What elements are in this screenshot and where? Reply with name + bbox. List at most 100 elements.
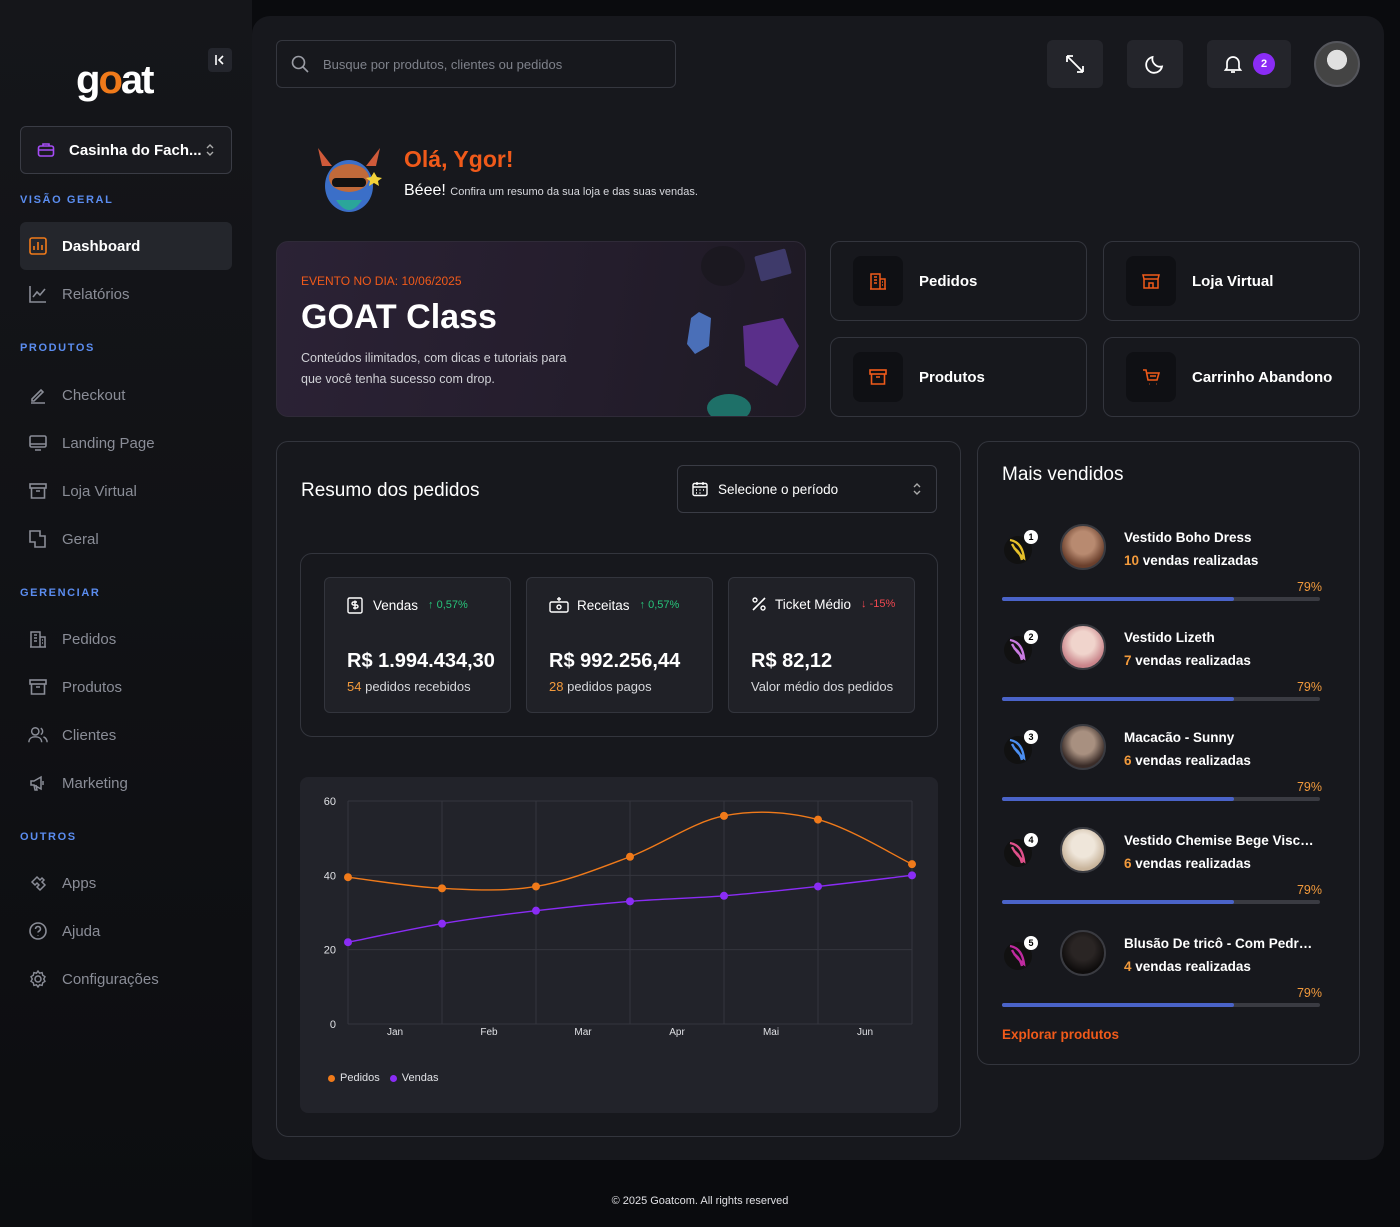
rank-badge-icon: 4 bbox=[1002, 833, 1038, 869]
search-icon bbox=[291, 55, 309, 73]
quick-link-produtos[interactable]: Produtos bbox=[830, 337, 1087, 417]
rank-badge-icon: 1 bbox=[1002, 530, 1038, 566]
sidebar-item-checkout[interactable]: Checkout bbox=[20, 371, 232, 419]
store-name: Casinha do Fach... bbox=[69, 141, 202, 159]
product-percentage: 79% bbox=[1296, 580, 1322, 594]
best-sellers-card: Mais vendidos 1 Vestido Boho Dress 10 vend… bbox=[977, 441, 1360, 1065]
archive-icon bbox=[28, 481, 48, 501]
data-point bbox=[720, 811, 728, 820]
quick-link-loja-virtual[interactable]: Loja Virtual bbox=[1103, 241, 1360, 321]
sidebar-item-pedidos[interactable]: Pedidos bbox=[20, 615, 232, 663]
sidebar: goat Casinha do Fach... VISÃO GERAL Dash… bbox=[0, 0, 252, 1227]
theme-toggle-button[interactable] bbox=[1127, 40, 1183, 88]
fullscreen-button[interactable] bbox=[1047, 40, 1103, 88]
stat-value: R$ 1.994.434,30 bbox=[347, 650, 495, 672]
stat-card-receitas: Receitas ↑ 0,57% R$ 992.256,44 28 pedidos… bbox=[526, 577, 713, 713]
puzzle-icon bbox=[28, 873, 48, 893]
data-point bbox=[814, 882, 822, 891]
cart-icon bbox=[1126, 352, 1176, 402]
best-sellers-title: Mais vendidos bbox=[1002, 464, 1124, 485]
archive-icon bbox=[853, 352, 903, 402]
x-tick-label: Mai bbox=[763, 1027, 779, 1038]
product-name: Blusão De tricô - Com Pedraria bbox=[1124, 936, 1319, 951]
data-point bbox=[438, 884, 446, 893]
line-chart: 0 20 40 60 Jan Feb Mar Apr Mai Jun bbox=[324, 796, 916, 1038]
event-title: GOAT Class bbox=[301, 298, 497, 336]
sidebar-item-geral[interactable]: Geral bbox=[20, 515, 232, 563]
y-tick-label: 20 bbox=[324, 945, 336, 957]
orders-chart: 0 20 40 60 Jan Feb Mar Apr Mai Jun Pedidos Vendas bbox=[300, 777, 938, 1113]
product-thumbnail bbox=[1060, 827, 1106, 873]
trend-up-indicator: ↑ 0,57% bbox=[639, 599, 680, 611]
sidebar-item-clientes[interactable]: Clientes bbox=[20, 711, 232, 759]
sidebar-item-ajuda[interactable]: Ajuda bbox=[20, 907, 232, 955]
cash-register-icon bbox=[549, 597, 569, 613]
event-banner[interactable]: EVENTO NO DIA: 10/06/2025 GOAT Class Con… bbox=[276, 241, 806, 417]
product-percentage: 79% bbox=[1296, 680, 1322, 694]
sidebar-item-loja-virtual[interactable]: Loja Virtual bbox=[20, 467, 232, 515]
rank-badge-icon: 5 bbox=[1002, 936, 1038, 972]
decorative-shapes-image bbox=[687, 246, 799, 416]
moon-icon bbox=[1145, 55, 1164, 74]
data-point bbox=[532, 906, 540, 915]
period-selector[interactable]: Selecione o período bbox=[677, 465, 937, 513]
best-seller-item[interactable]: 3 Macacão - Sunny 6 vendas realizadas 79% bbox=[1002, 724, 1322, 814]
best-seller-item[interactable]: 2 Vestido Lizeth 7 vendas realizadas 79% bbox=[1002, 624, 1322, 714]
notifications-button[interactable]: 2 bbox=[1207, 40, 1291, 88]
building-icon bbox=[853, 256, 903, 306]
y-tick-label: 60 bbox=[324, 796, 336, 808]
stat-card-ticket-medio: Ticket Médio ↓ -15% R$ 82,12 Valor médio … bbox=[728, 577, 915, 713]
data-point bbox=[344, 938, 352, 947]
pen-icon bbox=[28, 385, 48, 405]
sidebar-item-relatorios[interactable]: Relatórios bbox=[20, 270, 232, 318]
chevron-updown-icon bbox=[913, 483, 921, 495]
best-seller-item[interactable]: 1 Vestido Boho Dress 10 vendas realizadas 7… bbox=[1002, 524, 1322, 614]
store-selector[interactable]: Casinha do Fach... bbox=[20, 126, 232, 174]
stat-value: R$ 992.256,44 bbox=[549, 650, 681, 672]
x-tick-label: Apr bbox=[669, 1027, 685, 1038]
section-produtos: PRODUTOS bbox=[20, 342, 95, 354]
sidebar-item-dashboard[interactable]: Dashboard bbox=[20, 222, 232, 270]
users-icon bbox=[28, 725, 48, 745]
footer-copyright: © 2025 Goatcom. All rights reserved bbox=[611, 1195, 789, 1207]
briefcase-icon bbox=[37, 143, 55, 157]
progress-bar bbox=[1002, 1003, 1320, 1007]
section-visao-geral: VISÃO GERAL bbox=[20, 194, 114, 206]
stat-note: 28 pedidos pagos bbox=[549, 679, 652, 694]
user-avatar[interactable] bbox=[1314, 41, 1360, 87]
product-sales: 6 vendas realizadas bbox=[1124, 856, 1251, 871]
data-point bbox=[344, 873, 352, 882]
quick-link-pedidos[interactable]: Pedidos bbox=[830, 241, 1087, 321]
archive-icon bbox=[28, 677, 48, 697]
trend-down-indicator: ↓ -15% bbox=[861, 598, 896, 610]
goat-logo[interactable]: goat bbox=[76, 58, 154, 103]
percent-icon bbox=[752, 597, 766, 611]
y-tick-label: 0 bbox=[330, 1019, 336, 1031]
sidebar-item-marketing[interactable]: Marketing bbox=[20, 759, 232, 807]
y-tick-label: 40 bbox=[324, 870, 336, 882]
progress-bar bbox=[1002, 797, 1320, 801]
search-input[interactable] bbox=[323, 56, 653, 72]
chart-legend: Pedidos Vendas bbox=[328, 1072, 448, 1084]
legend-item-vendas: Vendas bbox=[389, 1072, 438, 1084]
best-seller-item[interactable]: 4 Vestido Chemise Bege Viscose... 6 vendas… bbox=[1002, 827, 1322, 917]
best-seller-item[interactable]: 5 Blusão De tricô - Com Pedraria 4 vendas … bbox=[1002, 930, 1322, 1020]
product-name: Vestido Boho Dress bbox=[1124, 530, 1252, 545]
sidebar-item-produtos[interactable]: Produtos bbox=[20, 663, 232, 711]
quick-link-carrinho-abandono[interactable]: Carrinho Abandono bbox=[1103, 337, 1360, 417]
collapse-sidebar-button[interactable] bbox=[208, 48, 232, 72]
sidebar-item-landing-page[interactable]: Landing Page bbox=[20, 419, 232, 467]
data-point bbox=[908, 860, 916, 869]
sidebar-item-apps[interactable]: Apps bbox=[20, 859, 232, 907]
bar-chart-icon bbox=[28, 236, 48, 256]
section-gerenciar: GERENCIAR bbox=[20, 587, 101, 599]
product-name: Vestido Chemise Bege Viscose... bbox=[1124, 833, 1319, 848]
squares-icon bbox=[28, 529, 48, 549]
expand-icon bbox=[1066, 55, 1084, 73]
search-bar[interactable] bbox=[276, 40, 676, 88]
sidebar-item-configuracoes[interactable]: Configurações bbox=[20, 955, 232, 1003]
orders-summary-card: Resumo dos pedidos Selecione o período V… bbox=[276, 441, 961, 1137]
explore-products-link[interactable]: Explorar produtos bbox=[1002, 1027, 1119, 1042]
data-point bbox=[814, 815, 822, 824]
x-tick-label: Mar bbox=[574, 1027, 592, 1038]
